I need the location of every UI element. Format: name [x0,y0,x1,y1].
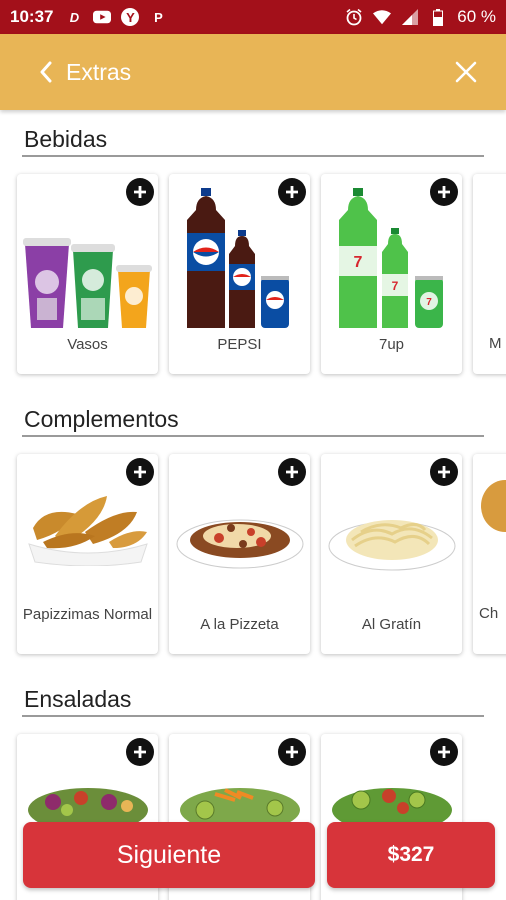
item-card-gratin[interactable]: Al Gratín [321,454,462,654]
item-carousel[interactable]: Papizzimas Normal A la Pizzeta Al Gratín… [17,454,506,654]
plus-icon [438,746,450,758]
battery-icon [429,8,447,26]
add-item-button[interactable] [430,738,458,766]
section-title: Ensaladas [24,686,132,712]
item-card-vasos[interactable]: Vasos [17,174,158,374]
item-card-papizzimas[interactable]: Papizzimas Normal [17,454,158,654]
item-card-pepsi[interactable]: PEPSI [169,174,310,374]
add-item-button[interactable] [126,458,154,486]
add-item-button[interactable] [278,738,306,766]
plus-icon [286,186,298,198]
chevron-left-icon [40,61,52,83]
back-button[interactable] [32,58,60,86]
add-item-button[interactable] [278,178,306,206]
section-title: Bebidas [24,126,108,152]
potato-wedges-image [28,496,148,566]
item-label: Papizzimas Normal [22,606,153,623]
svg-text:7: 7 [392,279,399,293]
plus-icon [438,186,450,198]
item-label: 7up [378,336,405,353]
page-title: Extras [66,58,132,85]
status-bar: 10:37 D Y P 60 % [0,0,506,34]
add-item-button[interactable] [126,738,154,766]
plus-icon [134,466,146,478]
app-bar: Extras [0,34,506,110]
close-button[interactable] [452,58,480,86]
item-label: Al Gratín [361,616,422,633]
extras-list[interactable]: Bebidas Vasos PEPSI 7 7 7 7up M Compleme… [0,110,506,900]
cups-image [23,238,152,328]
item-card-7up[interactable]: 7 7 7 7up [321,174,462,374]
total-button[interactable]: $327 [327,822,495,888]
plus-icon [134,746,146,758]
item-card-peek[interactable]: Ch [473,454,506,654]
next-button[interactable]: Siguiente [23,822,315,888]
item-card-pizzeta[interactable]: A la Pizzeta [169,454,310,654]
item-label: PEPSI [217,336,262,353]
battery-percent: 60 % [457,7,496,26]
alarm-icon [345,8,363,26]
add-item-button[interactable] [430,178,458,206]
salad-1-image [28,788,148,824]
item-label: Ch [479,605,499,622]
food-image [481,480,506,532]
status-time: 10:37 [10,7,54,26]
youtube-icon [93,8,112,26]
salad-2-image [180,788,300,824]
wifi-icon [373,8,392,26]
item-carousel[interactable]: Vasos PEPSI 7 7 7 7up M [17,174,506,374]
app-y-icon: Y [121,8,140,26]
item-label: A la Pizzeta [200,616,279,633]
app-d-icon: D [69,9,80,25]
add-item-button[interactable] [278,458,306,486]
plus-icon [286,746,298,758]
item-label: M [489,335,502,352]
plus-icon [438,466,450,478]
plus-icon [134,186,146,198]
signal-icon [401,8,419,26]
section-divider [22,435,484,437]
add-item-button[interactable] [126,178,154,206]
bottom-action-bar: Siguiente $327 [0,820,506,900]
add-item-button[interactable] [430,458,458,486]
item-card-peek[interactable]: M [473,174,506,374]
svg-text:7: 7 [354,254,363,271]
section-divider [22,715,484,717]
salad-3-image [332,788,452,824]
plus-icon [286,466,298,478]
section-divider [22,155,484,157]
item-label: Vasos [67,336,108,353]
section-title: Complementos [24,406,179,432]
app-p-icon: P [154,9,163,25]
pasta-pizzeta-image [176,519,304,569]
svg-text:7: 7 [426,297,432,308]
close-icon [455,61,477,83]
pepsi-bottles-image [187,188,289,328]
pasta-gratin-image [328,520,456,571]
7up-bottles-image: 7 7 7 [339,188,443,328]
